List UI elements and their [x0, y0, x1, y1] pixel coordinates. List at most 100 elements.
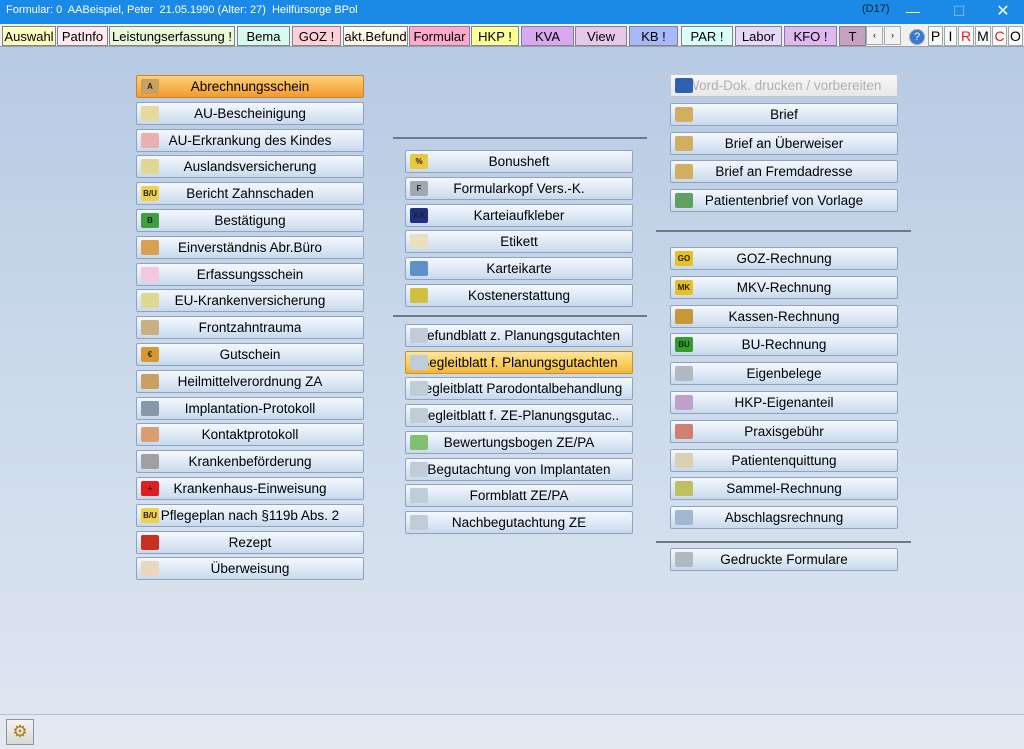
green-b-icon: B — [141, 213, 159, 228]
begleitblatt-parodontalbehandlung-button[interactable]: Begleitblatt Parodontalbehandlung — [405, 377, 633, 401]
patientenquittung-button[interactable]: Patientenquittung — [670, 448, 898, 472]
eigenbelege-button[interactable]: Eigenbelege — [670, 362, 898, 386]
formularkopf-vers-k-button[interactable]: F Formularkopf Vers.-K. — [405, 176, 633, 200]
minimize-icon[interactable]: — — [890, 0, 936, 24]
button-label: Auslandsversicherung — [183, 159, 317, 175]
button-label: Erfassungsschein — [196, 266, 304, 282]
person-card-icon — [675, 395, 693, 410]
section-divider — [393, 315, 647, 317]
überweisung-button[interactable]: Überweisung — [136, 557, 364, 581]
button-label: Bonusheft — [488, 154, 550, 169]
tab-akt-befund[interactable]: akt.Befund — [343, 26, 408, 46]
karteiaufkleber-button[interactable]: KA Karteiaufkleber — [405, 203, 633, 227]
begutachtung-von-implantaten-button[interactable]: Begutachtung von Implantaten — [405, 457, 633, 481]
hkp-eigenanteil-button[interactable]: HKP-Eigenanteil — [670, 391, 898, 414]
patientenbrief-von-vorlage-button[interactable]: Patientenbrief von Vorlage — [670, 189, 898, 213]
tab-kb[interactable]: KB ! — [629, 26, 678, 46]
tab-kfo[interactable]: KFO ! — [784, 26, 837, 46]
button-label: Brief — [770, 106, 798, 122]
implantation-protokoll-button[interactable]: Implantation-Protokoll — [136, 396, 364, 420]
mkv-rechnung-button[interactable]: MK MKV-Rechnung — [670, 275, 898, 299]
auslandsversicherung-button[interactable]: Auslandsversicherung — [136, 155, 364, 179]
brief-button[interactable]: Brief — [670, 102, 898, 126]
p-button[interactable]: P — [928, 26, 943, 46]
tab-bema[interactable]: Bema — [237, 26, 290, 46]
button-label: Gutschein — [219, 347, 281, 362]
bewertungsbogen-ze-pa-button[interactable]: Bewertungsbogen ZE/PA — [405, 430, 633, 454]
kassen-rechnung-button[interactable]: Kassen-Rechnung — [670, 304, 898, 328]
bonusheft-button[interactable]: % Bonusheft — [405, 150, 633, 173]
button-label: AU-Erkrankung des Kindes — [168, 132, 332, 148]
m-button[interactable]: M — [975, 26, 991, 46]
etikett-button[interactable]: Etikett — [405, 230, 633, 254]
gutschein-button[interactable]: € Gutschein — [136, 343, 364, 366]
heilmittelverordnung-za-button[interactable]: Heilmittelverordnung ZA — [136, 369, 364, 393]
tab-leistungserfassung[interactable]: Leistungserfassung ! — [109, 26, 235, 46]
au-bescheinigung-button[interactable]: AU-Bescheinigung — [136, 101, 364, 125]
gedruckte-formulare-button[interactable]: Gedruckte Formulare — [670, 548, 898, 571]
ka-icon: KA — [410, 207, 428, 223]
tab-auswahl[interactable]: Auswahl — [2, 26, 56, 46]
begleitblatt-f-ze-planungsgutac-button[interactable]: Begleitblatt f. ZE-Planungsgutac.. — [405, 404, 633, 428]
kontaktprotokoll-button[interactable]: Kontaktprotokoll — [136, 423, 364, 447]
tab-prev-button[interactable]: ‹ — [866, 26, 883, 45]
tab-labor[interactable]: Labor — [735, 26, 782, 46]
nachbegutachtung-ze-button[interactable]: Nachbegutachtung ZE — [405, 510, 633, 534]
button-label: Bestätigung — [214, 213, 286, 228]
sammel-rechnung-button[interactable]: Sammel-Rechnung — [670, 477, 898, 501]
c-button[interactable]: C — [992, 26, 1007, 46]
bu-icon: B/U — [141, 507, 159, 523]
close-icon[interactable]: ✕ — [980, 0, 1024, 24]
button-label: Bewertungsbogen ZE/PA — [443, 434, 595, 450]
tab-par[interactable]: PAR ! — [681, 26, 733, 46]
brief-an-fremdadresse-button[interactable]: Brief an Fremdadresse — [670, 160, 898, 184]
au-erkrankung-des-kindes-button[interactable]: AU-Erkrankung des Kindes — [136, 128, 364, 152]
bu-rechnung-button[interactable]: BU BU-Rechnung — [670, 333, 898, 357]
pflegeplan-nach-119b-abs-2-button[interactable]: B/U Pflegeplan nach §119b Abs. 2 — [136, 503, 364, 527]
i-button[interactable]: I — [944, 26, 957, 46]
karteikarte-button[interactable]: Karteikarte — [405, 257, 633, 281]
maximize-icon[interactable]: ☐ — [936, 0, 982, 24]
button-label: Gedruckte Formulare — [720, 552, 848, 567]
sheet-icon — [410, 461, 428, 477]
tab-patinfo[interactable]: PatInfo — [57, 26, 108, 46]
button-label: Etikett — [500, 234, 538, 250]
praxisgebühr-button[interactable]: Praxisgebühr — [670, 419, 898, 443]
o-button[interactable]: O — [1008, 26, 1023, 46]
kostenerstattung-button[interactable]: Kostenerstattung — [405, 284, 633, 307]
befundblatt-z-planungsgutachten-button[interactable]: Befundblatt z. Planungsgutachten — [405, 324, 633, 347]
tab-next-button[interactable]: › — [884, 26, 901, 45]
button-label: Überweisung — [210, 561, 290, 577]
bestätigung-button[interactable]: B Bestätigung — [136, 209, 364, 232]
tab-view[interactable]: View — [575, 26, 627, 46]
r-button[interactable]: R — [958, 26, 974, 46]
bericht-zahnschaden-button[interactable]: B/U Bericht Zahnschaden — [136, 182, 364, 206]
brief-an-überweiser-button[interactable]: Brief an Überweiser — [670, 131, 898, 155]
button-label: Brief an Fremdadresse — [715, 164, 853, 180]
einverständnis-abr-büro-button[interactable]: Einverständnis Abr.Büro — [136, 235, 364, 259]
erfassungsschein-button[interactable]: Erfassungsschein — [136, 262, 364, 286]
eu-krankenversicherung-button[interactable]: EU-Krankenversicherung — [136, 289, 364, 313]
rezept-button[interactable]: Rezept — [136, 530, 364, 554]
tab-goz[interactable]: GOZ ! — [292, 26, 341, 46]
goz-rechnung-button[interactable]: GO GOZ-Rechnung — [670, 247, 898, 270]
krankenhaus-einweisung-button[interactable]: + Krankenhaus-Einweisung — [136, 477, 364, 500]
tab-hkp[interactable]: HKP ! — [471, 26, 519, 46]
frontzahntrauma-button[interactable]: Frontzahntrauma — [136, 316, 364, 340]
formblatt-ze-pa-button[interactable]: Formblatt ZE/PA — [405, 484, 633, 508]
button-label: Kassen-Rechnung — [728, 308, 840, 324]
tab-formular[interactable]: Formular — [409, 26, 470, 46]
abschlagsrechnung-button[interactable]: Abschlagsrechnung — [670, 506, 898, 530]
tab-t[interactable]: T — [839, 26, 866, 46]
tab-kva[interactable]: KVA — [521, 26, 574, 46]
gear-icon[interactable]: ⚙ — [6, 719, 34, 745]
begleitblatt-f-planungsgutachten-button[interactable]: Begleitblatt f. Planungsgutachten — [405, 350, 633, 374]
button-label: Heilmittelverordnung ZA — [177, 373, 323, 389]
abrechnungsschein-button[interactable]: A Abrechnungsschein — [136, 75, 364, 98]
krankenbeförderung-button[interactable]: Krankenbeförderung — [136, 450, 364, 474]
button-label: Begleitblatt Parodontalbehandlung — [415, 381, 623, 397]
help-icon[interactable]: ? — [909, 29, 925, 45]
person-letter-icon — [675, 193, 693, 209]
button-label: Karteikarte — [486, 261, 552, 277]
teeth-icon — [141, 427, 159, 443]
